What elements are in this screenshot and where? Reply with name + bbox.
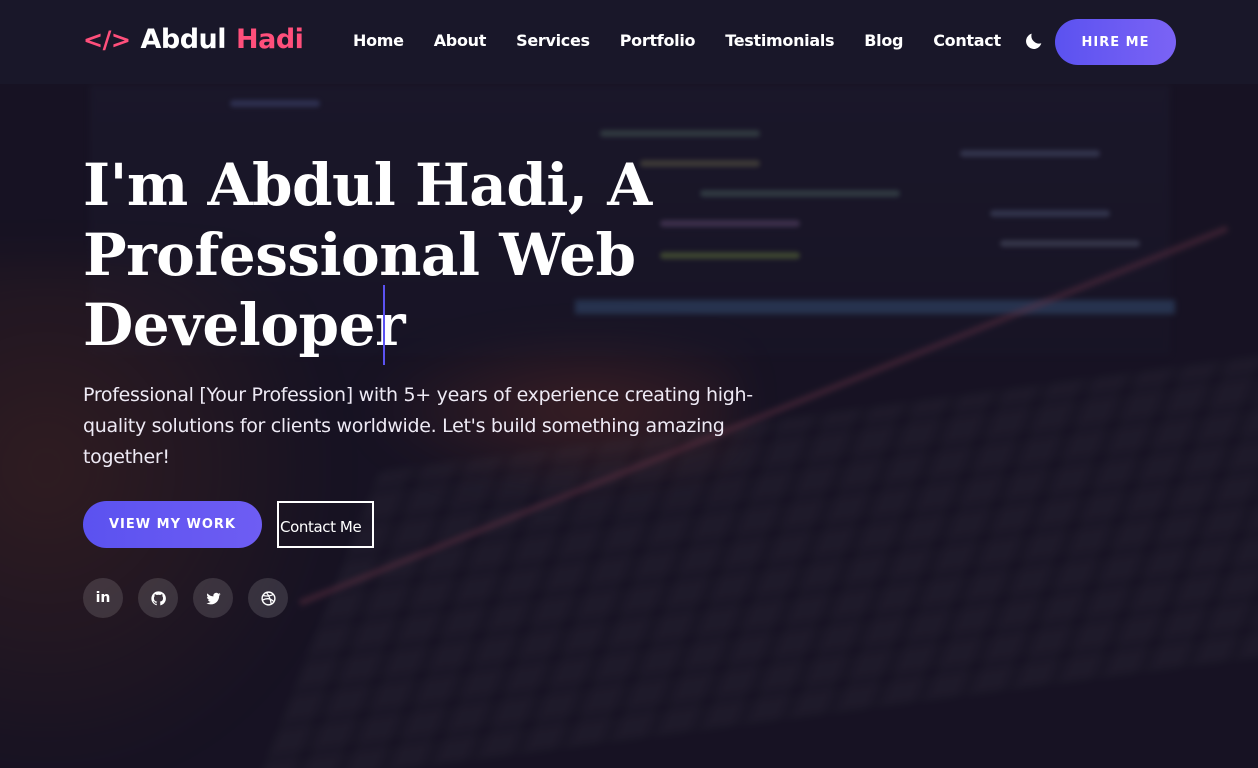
brand-first-name: Abdul xyxy=(140,24,227,55)
code-icon: </> xyxy=(83,25,131,54)
nav-contact[interactable]: Contact xyxy=(933,31,1001,50)
navbar: </> Abdul Hadi Home About Services Portf… xyxy=(0,0,1258,84)
linkedin-icon-glyph: in xyxy=(95,590,111,606)
moon-icon[interactable] xyxy=(1023,30,1045,52)
nav-services[interactable]: Services xyxy=(516,31,590,50)
brand-logo[interactable]: </> Abdul Hadi xyxy=(83,24,304,55)
nav-about[interactable]: About xyxy=(434,31,487,50)
hire-me-button[interactable]: HIRE ME xyxy=(1055,19,1176,65)
contact-me-button[interactable]: Contact Me xyxy=(277,501,374,548)
linkedin-icon[interactable]: in xyxy=(83,578,123,618)
github-icon[interactable] xyxy=(138,578,178,618)
hero-title: I'm Abdul Hadi, A Professional Web Devel… xyxy=(83,151,652,359)
social-links: in xyxy=(83,578,288,618)
typing-caret xyxy=(383,285,385,365)
nav-portfolio[interactable]: Portfolio xyxy=(620,31,696,50)
nav-home[interactable]: Home xyxy=(353,31,404,50)
hero-subtitle: Professional [Your Profession] with 5+ y… xyxy=(83,384,753,468)
nav-blog[interactable]: Blog xyxy=(864,31,903,50)
twitter-icon[interactable] xyxy=(193,578,233,618)
main-nav: Home About Services Portfolio Testimonia… xyxy=(353,31,1001,50)
view-my-work-button[interactable]: VIEW MY WORK xyxy=(83,501,262,548)
brand-last-name: Hadi xyxy=(236,24,304,55)
dribbble-icon[interactable] xyxy=(248,578,288,618)
nav-testimonials[interactable]: Testimonials xyxy=(725,31,834,50)
